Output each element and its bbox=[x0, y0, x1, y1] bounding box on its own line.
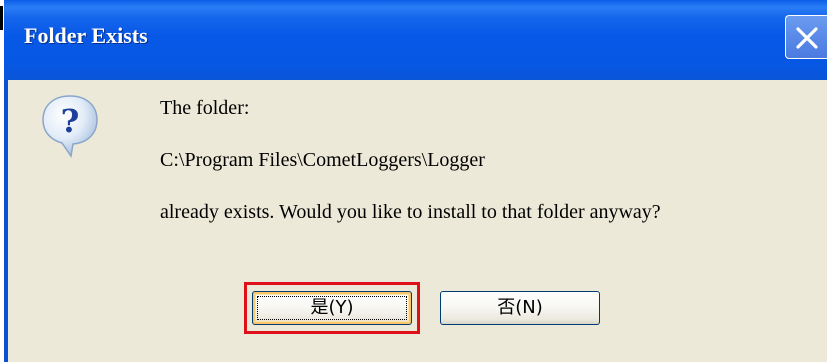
question-icon: ? bbox=[42, 95, 98, 158]
close-button[interactable] bbox=[785, 15, 827, 59]
dialog-body: ? The folder: C:\Program Files\CometLogg… bbox=[8, 80, 827, 362]
screen: Folder Exists ? The folder: C:\Program F… bbox=[0, 0, 827, 362]
message-question: already exists. Would you like to instal… bbox=[160, 201, 661, 223]
svg-text:?: ? bbox=[61, 102, 80, 140]
no-button-label: 否(N) bbox=[497, 297, 543, 318]
close-icon bbox=[796, 27, 818, 49]
no-button[interactable]: 否(N) bbox=[440, 291, 600, 325]
folder-path: C:\Program Files\CometLoggers\Logger bbox=[160, 149, 485, 171]
yes-button[interactable]: 是(Y) bbox=[252, 291, 412, 325]
dialog-title: Folder Exists bbox=[24, 23, 148, 48]
folder-exists-dialog: Folder Exists ? The folder: C:\Program F… bbox=[4, 0, 827, 362]
title-bar[interactable]: Folder Exists bbox=[4, 0, 827, 80]
yes-button-label: 是(Y) bbox=[310, 297, 354, 318]
message-line: The folder: bbox=[160, 97, 250, 119]
background-window-edge bbox=[0, 6, 3, 30]
